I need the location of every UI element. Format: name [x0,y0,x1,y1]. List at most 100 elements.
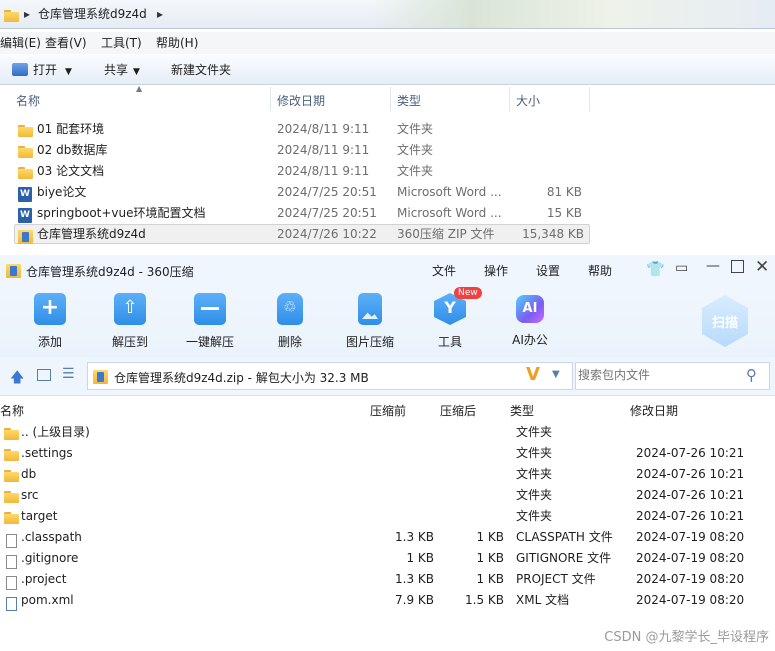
list-item[interactable]: W springboot+vue环境配置文档 2024/7/25 20:51 M… [14,203,588,223]
file-date: 2024-07-26 10:21 [636,467,745,481]
column-name[interactable]: 名称 [0,402,24,419]
path-field[interactable]: 仓库管理系统d9z4d.zip - 解包大小为 32.3 MB V ▼ [87,362,573,390]
zip-window-title: 仓库管理系统d9z4d - 360压缩 [26,265,194,279]
share-button[interactable]: 共享 [104,62,128,78]
ai-office-button[interactable]: AI AI办公 [498,293,562,348]
file-size: 15,348 KB [522,227,584,241]
table-row[interactable]: .settings 文件夹 2024-07-26 10:21 [0,443,775,464]
delete-label: 删除 [277,335,302,349]
chevron-down-icon[interactable]: ▼ [552,369,560,380]
one-click-extract-button[interactable]: 一键解压 [178,293,242,350]
list-view-icon[interactable]: ☰ [62,366,75,382]
menu-help[interactable]: 帮助(H) [156,35,198,51]
menu-edit[interactable]: 编辑(E) [0,35,41,51]
file-name: 01 配套环境 [37,122,105,136]
breadcrumb[interactable]: 仓库管理系统d9z4d [38,5,147,23]
chevron-down-icon[interactable]: ▼ [133,64,140,80]
file-date: 2024/7/26 10:22 [277,227,377,241]
column-divider[interactable] [270,87,271,111]
one-click-extract-label: 一键解压 [185,335,234,349]
word-icon: W [18,184,32,204]
search-icon[interactable]: ⚲ [746,366,757,384]
column-name[interactable]: 名称 [16,92,40,109]
file-type: 文件夹 [516,509,553,523]
up-arrow-icon[interactable]: 🡅 [10,367,24,391]
list-item[interactable]: 02 db数据库 2024/8/11 9:11 文件夹 [14,140,588,160]
add-button[interactable]: + 添加 [18,293,82,350]
column-before[interactable]: 压缩前 [370,402,406,419]
file-name: springboot+vue环境配置文档 [37,206,206,220]
column-after[interactable]: 压缩后 [440,402,476,419]
minimize-icon[interactable]: — [706,258,720,274]
table-row[interactable]: .. (上级目录) 文件夹 [0,422,775,443]
column-type[interactable]: 类型 [397,92,421,109]
column-modified[interactable]: 修改日期 [277,92,325,109]
zip-path-bar: 🡅 ☰ 仓库管理系统d9z4d.zip - 解包大小为 32.3 MB V ▼ … [0,357,775,396]
size-after: 1 KB [476,530,504,544]
word-icon: W [18,205,32,225]
image-compress-button[interactable]: 图片压缩 [338,293,402,350]
tools-button[interactable]: Y New 工具 [418,287,482,350]
feedback-icon[interactable]: ▭ [675,260,688,276]
close-icon[interactable]: ✕ [755,257,769,277]
chevron-right-icon[interactable]: ▸ [157,5,163,23]
folder-icon [18,161,33,181]
column-type[interactable]: 类型 [510,402,534,419]
scan-button[interactable]: 扫描 [702,295,748,347]
list-item[interactable]: W biye论文 2024/7/25 20:51 Microsoft Word … [14,182,588,202]
size-after: 1 KB [476,551,504,565]
zip-menu-file[interactable]: 文件 [432,262,456,279]
table-row[interactable]: src 文件夹 2024-07-26 10:21 [0,485,775,506]
column-divider[interactable] [390,87,391,111]
file-name: 03 论文文档 [37,164,105,178]
list-item[interactable]: 03 论文文档 2024/8/11 9:11 文件夹 [14,161,588,181]
table-row[interactable]: pom.xml 7.9 KB 1.5 KB XML 文档 2024-07-19 … [0,590,775,611]
list-item[interactable]: 01 配套环境 2024/8/11 9:11 文件夹 [14,119,588,139]
table-row[interactable]: .gitignore 1 KB 1 KB GITIGNORE 文件 2024-0… [0,548,775,569]
file-date: 2024/8/11 9:11 [277,122,370,136]
file-name: .. (上级目录) [21,425,90,439]
column-divider[interactable] [589,87,590,111]
skin-icon[interactable]: 👕 [646,260,665,278]
file-date: 2024-07-19 08:20 [636,593,745,607]
zip-menu-help[interactable]: 帮助 [588,262,612,279]
size-before: 1 KB [406,551,434,565]
sort-up-icon: ▲ [136,84,143,93]
extract-to-button[interactable]: ⇧ 解压到 [98,293,162,350]
zip-title-bar: 仓库管理系统d9z4d - 360压缩 文件 操作 设置 帮助 👕 ▭ — ✕ [0,255,775,285]
folder-icon [4,443,19,464]
table-row[interactable]: target 文件夹 2024-07-26 10:21 [0,506,775,527]
thumbnail-view-icon[interactable] [37,369,51,381]
new-folder-button[interactable]: 新建文件夹 [171,62,231,78]
size-before: 1.3 KB [395,530,434,544]
zip-menu-settings[interactable]: 设置 [536,262,560,279]
column-modified[interactable]: 修改日期 [630,402,678,419]
explorer-address-bar[interactable]: ▸ 仓库管理系统d9z4d ▸ [0,0,775,29]
file-type: GITIGNORE 文件 [516,551,612,565]
chevron-down-icon[interactable]: ▼ [65,64,72,80]
list-item-selected[interactable]: 仓库管理系统d9z4d 2024/7/26 10:22 360压缩 ZIP 文件… [14,224,590,244]
open-button[interactable]: 打开 [33,62,57,78]
table-row[interactable]: .classpath 1.3 KB 1 KB CLASSPATH 文件 2024… [0,527,775,548]
maximize-icon[interactable] [731,260,744,273]
table-row[interactable]: .project 1.3 KB 1 KB PROJECT 文件 2024-07-… [0,569,775,590]
v-logo-icon[interactable]: V [526,364,540,385]
chevron-right-icon[interactable]: ▸ [24,5,30,23]
zip-menu-operate[interactable]: 操作 [484,262,508,279]
table-row[interactable]: db 文件夹 2024-07-26 10:21 [0,464,775,485]
size-after: 1 KB [476,572,504,586]
file-date: 2024-07-26 10:21 [636,509,745,523]
file-date: 2024-07-19 08:20 [636,572,745,586]
search-input[interactable] [578,366,738,384]
menu-tools[interactable]: 工具(T) [101,35,142,51]
column-size[interactable]: 大小 [516,92,540,109]
file-date: 2024-07-26 10:21 [636,446,745,460]
menu-view[interactable]: 查看(V) [45,35,87,51]
file-type: 360压缩 ZIP 文件 [397,227,495,241]
size-before: 1.3 KB [395,572,434,586]
column-divider[interactable] [509,87,510,111]
folder-icon [4,485,19,506]
scan-label: 扫描 [711,316,738,331]
delete-button[interactable]: ♲ 删除 [258,293,322,350]
folder-icon [4,506,19,527]
